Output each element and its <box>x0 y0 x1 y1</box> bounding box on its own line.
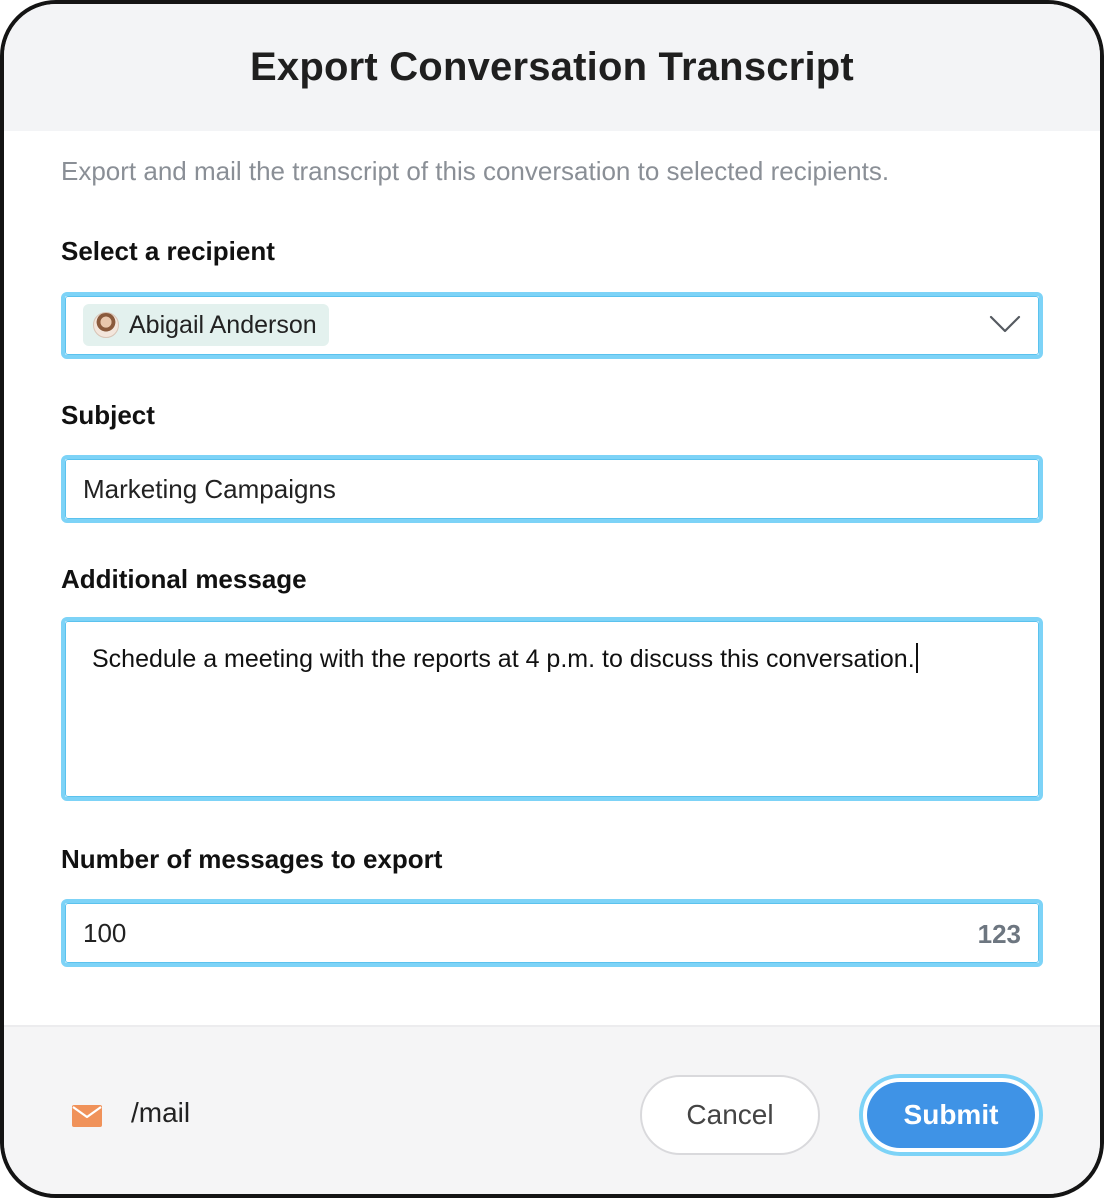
message-value-wrap: Schedule a meeting with the reports at 4… <box>92 643 918 674</box>
submit-button-focus-ring: Submit <box>859 1074 1043 1156</box>
dialog-description: Export and mail the transcript of this c… <box>61 156 890 186</box>
chevron-down-icon[interactable] <box>989 314 1021 334</box>
numeric-type-hint: 123 <box>977 919 1021 949</box>
message-textarea[interactable]: Schedule a meeting with the reports at 4… <box>61 617 1043 801</box>
mail-icon <box>72 1105 102 1127</box>
dialog-header: Export Conversation Transcript <box>4 4 1100 131</box>
submit-button[interactable]: Submit <box>867 1082 1035 1148</box>
count-input[interactable]: 100 123 <box>61 899 1043 967</box>
count-value: 100 <box>83 918 127 948</box>
dialog-footer: /mail Cancel Submit <box>4 1025 1100 1194</box>
recipient-select[interactable]: Abigail Anderson <box>61 292 1043 359</box>
avatar <box>93 312 119 338</box>
recipient-chip-label: Abigail Anderson <box>129 310 317 339</box>
export-transcript-dialog: Export Conversation Transcript Export an… <box>0 0 1104 1198</box>
subject-value: Marketing Campaigns <box>83 474 336 504</box>
slash-command-label: /mail <box>131 1097 191 1128</box>
text-caret <box>915 643 918 673</box>
recipient-label: Select a recipient <box>61 236 275 266</box>
dialog-title: Export Conversation Transcript <box>250 45 854 89</box>
message-value: Schedule a meeting with the reports at 4… <box>92 645 915 673</box>
recipient-chip[interactable]: Abigail Anderson <box>83 304 329 346</box>
message-label: Additional message <box>61 564 307 594</box>
cancel-button[interactable]: Cancel <box>640 1075 820 1155</box>
count-label: Number of messages to export <box>61 844 443 874</box>
count-input-focus-ring <box>65 903 1039 963</box>
subject-label: Subject <box>61 400 155 430</box>
subject-input[interactable]: Marketing Campaigns <box>61 455 1043 523</box>
